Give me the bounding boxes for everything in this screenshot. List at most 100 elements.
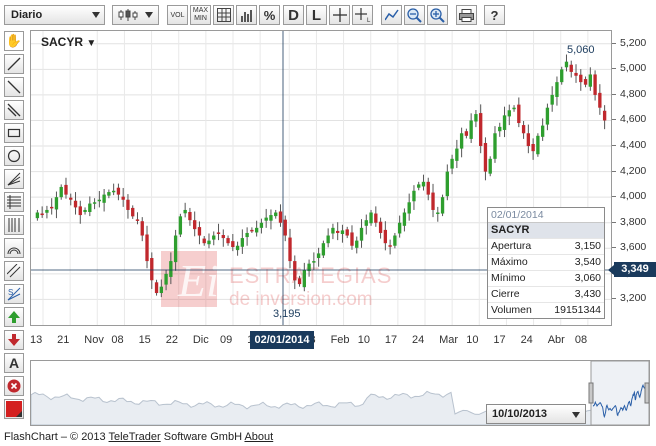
x-axis-label: Mar <box>439 334 459 346</box>
candle-body <box>154 282 159 294</box>
candle-body <box>97 199 102 202</box>
help-button[interactable]: ? <box>484 5 505 25</box>
max-min-button[interactable]: MAX MIN <box>190 5 211 25</box>
tooltip-row-label: Mínimo <box>491 272 526 284</box>
candle-body <box>450 158 454 169</box>
ray-tool-button[interactable] <box>4 77 24 97</box>
x-axis-label: 10 <box>357 334 370 346</box>
arc-tool-button[interactable] <box>4 238 24 258</box>
text-tool-button[interactable]: A <box>4 353 24 373</box>
ellipse-tool-button[interactable] <box>4 146 24 166</box>
crosshair-button[interactable] <box>329 5 350 25</box>
candle-body <box>412 190 416 202</box>
y-axis-label: 4,800 <box>620 87 647 100</box>
about-link[interactable]: About <box>244 431 273 443</box>
fibonacci-tool-button[interactable] <box>4 192 24 212</box>
line-tool-button[interactable] <box>4 54 24 74</box>
volume-button[interactable]: VOL <box>167 5 188 25</box>
period-select[interactable]: Diario <box>4 5 105 25</box>
candle-body <box>202 238 206 244</box>
candle-body <box>355 240 359 248</box>
rectangle-tool-button[interactable] <box>4 123 24 143</box>
candle-body <box>431 192 435 210</box>
candle-body <box>111 190 116 193</box>
daily-button[interactable]: D <box>283 5 304 25</box>
candle-body <box>502 115 507 130</box>
arc-icon <box>7 247 21 255</box>
buy-arrow-button[interactable] <box>4 307 24 327</box>
chevron-down-icon: ▼ <box>86 38 97 49</box>
navigator-handle-left[interactable] <box>588 382 594 404</box>
color-swatch-icon <box>6 401 22 417</box>
candle-body <box>383 229 388 244</box>
delete-button[interactable] <box>4 376 24 396</box>
candle-body <box>83 209 87 213</box>
low-label: 3,195 <box>273 308 301 320</box>
candle-body <box>250 229 254 232</box>
candle-body <box>297 278 302 285</box>
print-button[interactable] <box>456 5 477 25</box>
fan-icon <box>7 172 21 186</box>
candle-body <box>507 110 511 117</box>
line-chart-icon <box>384 9 399 21</box>
candle-body <box>212 235 216 240</box>
candle-body <box>564 61 569 68</box>
candle-body <box>173 235 178 263</box>
printer-icon <box>459 8 474 22</box>
pan-tool-button[interactable]: ✋ <box>4 31 24 51</box>
symbol-selector[interactable]: SACYR ▼ <box>41 35 96 49</box>
grid-button[interactable] <box>213 5 234 25</box>
percent-button[interactable]: % <box>259 5 280 25</box>
candle-body <box>378 221 383 233</box>
tooltip-symbol: SACYR <box>488 222 604 238</box>
crosshair-label-button[interactable]: L <box>352 5 373 25</box>
svg-text:S: S <box>8 288 13 297</box>
chart-type-select[interactable] <box>112 5 159 25</box>
x-axis-label: 22 <box>165 334 178 346</box>
candle-body <box>78 206 82 216</box>
channel-tool-button[interactable] <box>4 100 24 120</box>
price-axis: 5,200 5,000 4,800 4,600 4,400 4,200 4,000 3,800… <box>612 30 656 326</box>
candle-body <box>35 212 40 219</box>
tooltip-row-value: 3,060 <box>574 272 601 284</box>
candle-body <box>593 74 597 95</box>
delete-icon <box>7 379 21 393</box>
speed-lines-tool-button[interactable]: S <box>4 284 24 304</box>
candle-body <box>455 148 459 161</box>
candle-body <box>459 133 464 149</box>
line-compare-button[interactable] <box>381 5 402 25</box>
navigator-handle-right[interactable] <box>644 382 649 404</box>
candle-body <box>269 215 273 221</box>
sell-arrow-button[interactable] <box>4 330 24 350</box>
cursor-date-value: 02/01/2014 <box>254 334 310 346</box>
x-axis-label: Feb <box>330 334 350 346</box>
tooltip-row-value: 3,430 <box>574 288 601 300</box>
teletrader-link[interactable]: TeleTrader <box>109 431 161 443</box>
zoom-in-button[interactable] <box>427 5 448 25</box>
navigator[interactable]: 10/10/2013 <box>30 360 650 426</box>
watermark-logo-text: Ei <box>177 255 219 306</box>
candle-body <box>445 171 449 197</box>
color-picker-button[interactable] <box>4 399 24 419</box>
fan-tool-button[interactable] <box>4 169 24 189</box>
candle-body <box>474 114 478 122</box>
navigator-date-select[interactable]: 10/10/2013 <box>486 404 586 424</box>
histogram-button[interactable] <box>236 5 257 25</box>
y-axis-label: 4,000 <box>620 190 647 203</box>
y-axis-label: 4,600 <box>620 113 647 126</box>
y-axis-label: 3,200 <box>620 292 647 305</box>
linear-label: L <box>311 6 322 24</box>
candle-body <box>350 232 354 246</box>
zoom-out-button[interactable] <box>404 5 425 25</box>
fib-time-tool-button[interactable] <box>4 215 24 235</box>
candle-body <box>464 131 469 136</box>
candle-body <box>50 206 54 209</box>
x-axis-label: Nov <box>84 334 104 346</box>
parallel-tool-button[interactable] <box>4 261 24 281</box>
rectangle-icon <box>7 128 21 138</box>
candle-body <box>131 207 135 217</box>
x-axis-label: Dic <box>192 334 209 346</box>
main-chart[interactable]: Ei ESTRATEGIAS de inversion.com 5,060 3,… <box>30 30 612 326</box>
candle-body <box>121 196 125 200</box>
linear-button[interactable]: L <box>306 5 327 25</box>
